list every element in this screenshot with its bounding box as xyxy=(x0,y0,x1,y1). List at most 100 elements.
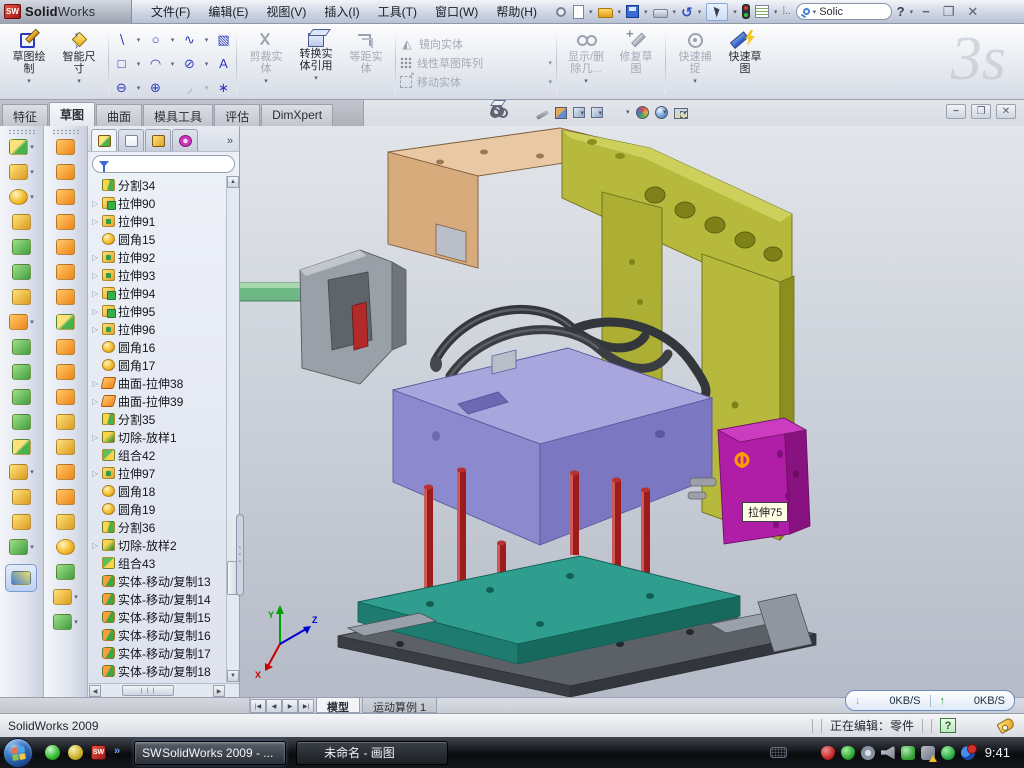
slider-block-part[interactable] xyxy=(718,418,810,544)
surface-tool-button[interactable] xyxy=(56,388,75,406)
expand-arrow-icon[interactable]: ▷ xyxy=(92,469,99,478)
sketch-entity-icon[interactable]: ▾ xyxy=(137,60,141,68)
tree-item[interactable]: ▷ 拉伸93 xyxy=(92,266,226,284)
feature-tool-button[interactable] xyxy=(12,438,31,456)
taskbar-window-button[interactable]: 未命名 - 画图 xyxy=(296,741,448,765)
quick-launch-icon[interactable] xyxy=(68,745,83,760)
menu-item[interactable]: 编辑(E) xyxy=(199,0,257,23)
feature-tool-button[interactable] xyxy=(12,238,31,256)
tree-item[interactable]: ▷ 曲面-拉伸39 xyxy=(92,392,226,410)
command-tab[interactable]: DimXpert xyxy=(261,104,333,126)
tree-item[interactable]: ▷ 拉伸90 xyxy=(92,194,226,212)
tree-item[interactable]: ▷ 切除-放样1 xyxy=(92,428,226,446)
slide-arm-part[interactable] xyxy=(240,283,310,301)
doc-tab[interactable]: 模型 xyxy=(316,698,360,713)
surface-tool-button[interactable] xyxy=(56,238,75,256)
open-icon[interactable] xyxy=(598,8,613,18)
network-speed-widget[interactable]: ↓ 0KB/S ↑ 0KB/S xyxy=(845,690,1015,711)
sketch-entity-icon[interactable]: ○ xyxy=(152,32,160,47)
quick-tips-icon[interactable]: ? xyxy=(940,718,956,733)
toolbar-overflow-icon[interactable]: ⁞.. xyxy=(782,6,790,17)
view-tool-button[interactable] xyxy=(636,106,649,119)
start-button[interactable] xyxy=(3,738,33,768)
tree-vertical-scrollbar[interactable]: ▲ ▼ xyxy=(226,176,239,682)
feature-tool-button[interactable] xyxy=(12,363,31,381)
expand-arrow-icon[interactable]: ▷ xyxy=(92,199,99,208)
tree-item[interactable]: ▷ 组合42 xyxy=(92,446,226,464)
security-icon[interactable] xyxy=(841,746,855,760)
keyboard-layout-icon[interactable] xyxy=(770,747,787,758)
tree-item[interactable]: ▷ 实体-移动/复制13 xyxy=(92,572,226,590)
surface-tool-button[interactable] xyxy=(56,263,75,281)
sketch-entity-icon[interactable]: ▾ xyxy=(205,84,209,92)
expand-arrow-icon[interactable]: ▷ xyxy=(92,541,99,550)
convert-caret[interactable]: ▾ xyxy=(314,73,318,85)
view-tool-caret[interactable]: ▾ xyxy=(580,109,584,117)
command-tab[interactable]: 模具工具 xyxy=(143,104,213,126)
measure-tool-button-pressed[interactable] xyxy=(5,564,37,592)
surface-tool-button[interactable] xyxy=(56,363,75,381)
menu-item[interactable]: 文件(F) xyxy=(142,0,199,23)
graphics-viewport[interactable]: Y Z X 拉伸75 xyxy=(240,126,1024,697)
tab-next-button[interactable]: ▶ xyxy=(282,699,298,713)
surface-tool-button[interactable] xyxy=(56,188,75,206)
surface-tool-button[interactable] xyxy=(56,313,75,331)
command-tab[interactable]: 草图 xyxy=(49,102,95,126)
expand-arrow-icon[interactable]: ▷ xyxy=(92,325,99,334)
property-manager-tab[interactable] xyxy=(118,129,144,151)
configuration-manager-tab[interactable] xyxy=(145,129,171,151)
menu-item[interactable]: 插入(I) xyxy=(315,0,368,23)
sketch-entity-icon[interactable]: ⊕ xyxy=(150,80,161,96)
smart-dimension-button[interactable]: 智能尺 寸 ▾ xyxy=(54,27,104,98)
menu-item[interactable]: 视图(V) xyxy=(257,0,315,23)
tree-item[interactable]: ▷ 实体-移动/复制15 xyxy=(92,608,226,626)
surface-tool-button[interactable] xyxy=(53,613,78,631)
feature-tool-button[interactable] xyxy=(12,413,31,431)
sketch-entity-icon[interactable]: ∿ xyxy=(184,32,195,48)
upload-tray-icon[interactable] xyxy=(901,746,915,760)
menu-item[interactable]: 窗口(W) xyxy=(426,0,487,23)
network-warning-icon[interactable] xyxy=(921,746,935,760)
search-input[interactable]: Solic xyxy=(819,6,843,18)
tree-item[interactable]: ▷ 组合43 xyxy=(92,554,226,572)
undo-caret[interactable]: ▾ xyxy=(698,8,702,16)
print-icon[interactable] xyxy=(653,9,668,18)
expand-arrow-icon[interactable]: ▷ xyxy=(92,307,99,316)
view-tool-button[interactable]: ▾ xyxy=(655,106,668,119)
tree-item[interactable]: ▷ 拉伸91 xyxy=(92,212,226,230)
surface-tool-button[interactable] xyxy=(56,413,75,431)
dimxpert-manager-tab[interactable] xyxy=(172,129,198,151)
surface-tool-button[interactable] xyxy=(56,488,75,506)
command-tab[interactable]: 曲面 xyxy=(96,104,142,126)
select-tool-button[interactable] xyxy=(706,3,728,21)
search-box[interactable]: ▾ Solic xyxy=(796,3,892,20)
sketch-entity-icon[interactable]: ⊘ xyxy=(184,56,195,72)
tree-item[interactable]: ▷ 实体-移动/复制18 xyxy=(92,662,226,680)
menu-item[interactable]: 工具(T) xyxy=(369,0,426,23)
command-tab[interactable]: 特征 xyxy=(2,104,48,126)
surface-tool-button[interactable] xyxy=(56,138,75,156)
tree-item[interactable]: ▷ 圆角16 xyxy=(92,338,226,356)
sketch-button[interactable]: 草图绘 制 ▾ xyxy=(4,27,54,98)
tree-item[interactable]: ▷ 实体-移动/复制16 xyxy=(92,626,226,644)
view-tool-button[interactable]: ▾ xyxy=(609,104,630,119)
surface-tool-button[interactable] xyxy=(56,563,75,581)
view-tool-button[interactable]: ▾ xyxy=(591,107,603,118)
menu-item[interactable]: 帮助(H) xyxy=(487,0,546,23)
select-caret[interactable]: ▾ xyxy=(733,8,737,16)
view-tool-button[interactable] xyxy=(536,110,549,120)
sketch-entity-icon[interactable]: ▾ xyxy=(205,36,209,44)
tree-item[interactable]: ▷ 切除-放样2 xyxy=(92,536,226,554)
tree-item[interactable]: ▷ 圆角17 xyxy=(92,356,226,374)
surface-tool-button[interactable] xyxy=(53,588,78,606)
surface-tool-button[interactable] xyxy=(56,513,75,531)
feature-tool-button[interactable] xyxy=(12,338,31,356)
scroll-right-button[interactable]: ▶ xyxy=(213,685,225,697)
view-tool-button[interactable] xyxy=(555,107,567,119)
sketch-entity-icon[interactable]: ▾ xyxy=(171,36,175,44)
save-caret[interactable]: ▾ xyxy=(644,8,648,16)
view-tool-caret[interactable]: ▾ xyxy=(663,108,667,116)
doc-close-button[interactable]: ✕ xyxy=(996,104,1016,119)
feature-tool-button[interactable] xyxy=(12,513,31,531)
feature-tool-button[interactable] xyxy=(12,388,31,406)
